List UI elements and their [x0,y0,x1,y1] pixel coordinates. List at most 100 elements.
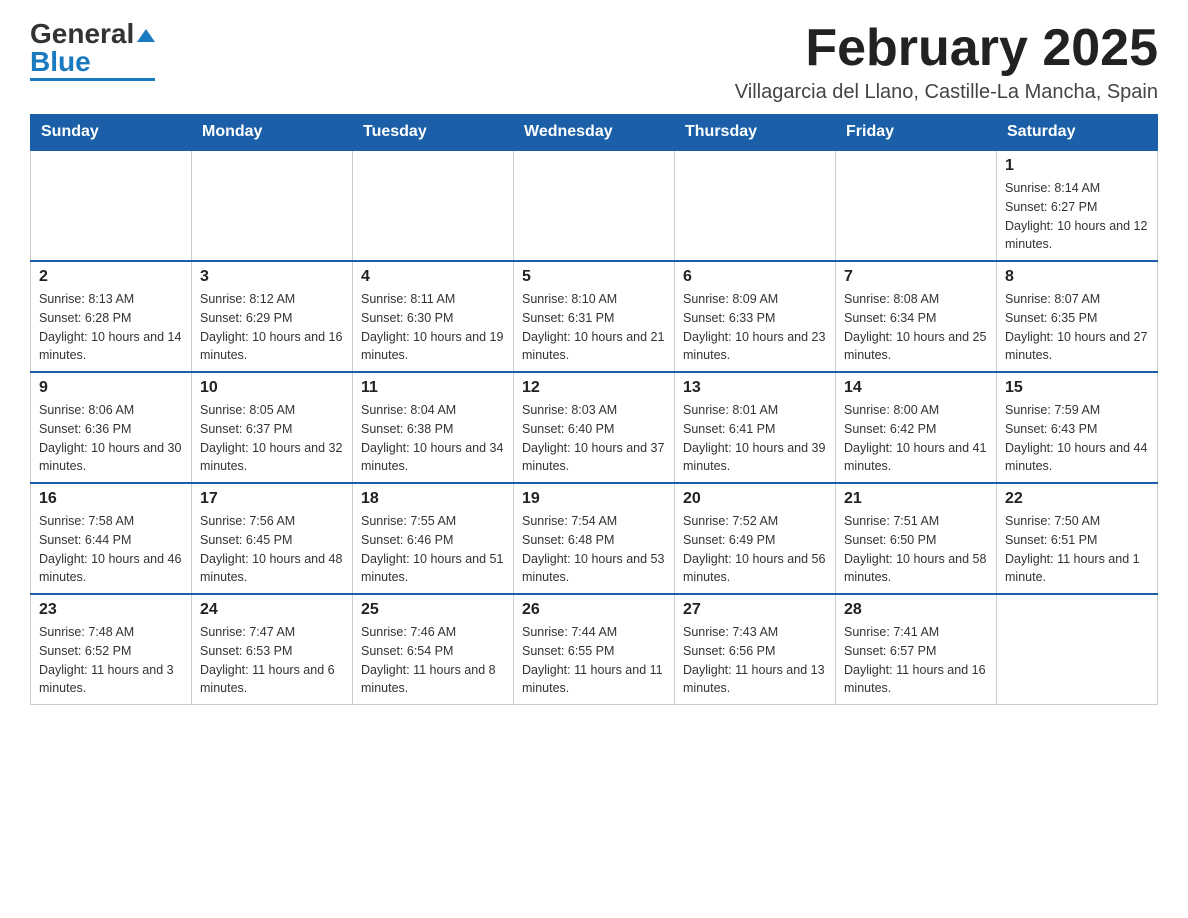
day-info: Sunrise: 8:13 AM Sunset: 6:28 PM Dayligh… [39,290,183,365]
day-number: 7 [844,268,988,286]
header-wednesday: Wednesday [514,115,675,151]
calendar-day-cell: 25 Sunrise: 7:46 AM Sunset: 6:54 PM Dayli… [353,594,514,705]
day-info: Sunrise: 8:12 AM Sunset: 6:29 PM Dayligh… [200,290,344,365]
calendar-week-row: 9Sunrise: 8:06 AM Sunset: 6:36 PM Daylig… [31,372,1158,483]
day-info: Sunrise: 7:59 AM Sunset: 6:43 PM Dayligh… [1005,401,1149,476]
calendar-day-cell: 3 Sunrise: 8:12 AM Sunset: 6:29 PM Daylig… [192,261,353,372]
header-monday: Monday [192,115,353,151]
calendar-day-cell: 13Sunrise: 8:01 AM Sunset: 6:41 PM Dayli… [675,372,836,483]
day-number: 22 [1005,490,1149,508]
title-block: February 2025 Villagarcia del Llano, Cas… [735,20,1158,104]
calendar-day-cell: 2 Sunrise: 8:13 AM Sunset: 6:28 PM Daylig… [31,261,192,372]
calendar-day-cell: 21 Sunrise: 7:51 AM Sunset: 6:50 PM Dayli… [836,483,997,594]
calendar-week-row: 2 Sunrise: 8:13 AM Sunset: 6:28 PM Daylig… [31,261,1158,372]
calendar-day-cell [31,150,192,261]
calendar-day-cell [514,150,675,261]
location-subtitle: Villagarcia del Llano, Castille-La Manch… [735,81,1158,104]
calendar-day-cell [353,150,514,261]
calendar-day-cell: 22Sunrise: 7:50 AM Sunset: 6:51 PM Dayli… [997,483,1158,594]
day-number: 18 [361,490,505,508]
day-number: 21 [844,490,988,508]
day-number: 23 [39,601,183,619]
day-info: Sunrise: 7:56 AM Sunset: 6:45 PM Dayligh… [200,512,344,587]
calendar-day-cell: 27 Sunrise: 7:43 AM Sunset: 6:56 PM Dayli… [675,594,836,705]
day-info: Sunrise: 7:54 AM Sunset: 6:48 PM Dayligh… [522,512,666,587]
logo: General Blue [30,20,155,81]
day-number: 14 [844,379,988,397]
day-info: Sunrise: 8:01 AM Sunset: 6:41 PM Dayligh… [683,401,827,476]
calendar-day-cell: 9Sunrise: 8:06 AM Sunset: 6:36 PM Daylig… [31,372,192,483]
day-info: Sunrise: 7:51 AM Sunset: 6:50 PM Dayligh… [844,512,988,587]
day-info: Sunrise: 7:55 AM Sunset: 6:46 PM Dayligh… [361,512,505,587]
calendar-header-row: Sunday Monday Tuesday Wednesday Thursday… [31,115,1158,151]
calendar-day-cell: 4 Sunrise: 8:11 AM Sunset: 6:30 PM Daylig… [353,261,514,372]
day-number: 19 [522,490,666,508]
header-friday: Friday [836,115,997,151]
day-number: 27 [683,601,827,619]
calendar-day-cell: 15 Sunrise: 7:59 AM Sunset: 6:43 PM Dayli… [997,372,1158,483]
day-number: 9 [39,379,183,397]
day-number: 12 [522,379,666,397]
calendar-day-cell: 19 Sunrise: 7:54 AM Sunset: 6:48 PM Dayli… [514,483,675,594]
calendar-day-cell: 8Sunrise: 8:07 AM Sunset: 6:35 PM Daylig… [997,261,1158,372]
day-info: Sunrise: 7:52 AM Sunset: 6:49 PM Dayligh… [683,512,827,587]
page-header: General Blue February 2025 Villagarcia d… [30,20,1158,104]
day-number: 28 [844,601,988,619]
calendar-day-cell: 10 Sunrise: 8:05 AM Sunset: 6:37 PM Dayli… [192,372,353,483]
calendar-day-cell: 7 Sunrise: 8:08 AM Sunset: 6:34 PM Daylig… [836,261,997,372]
calendar-week-row: 16 Sunrise: 7:58 AM Sunset: 6:44 PM Dayli… [31,483,1158,594]
calendar-week-row: 1Sunrise: 8:14 AM Sunset: 6:27 PM Daylig… [31,150,1158,261]
calendar-day-cell: 11Sunrise: 8:04 AM Sunset: 6:38 PM Dayli… [353,372,514,483]
day-number: 8 [1005,268,1149,286]
day-info: Sunrise: 7:41 AM Sunset: 6:57 PM Dayligh… [844,623,988,698]
day-info: Sunrise: 8:10 AM Sunset: 6:31 PM Dayligh… [522,290,666,365]
calendar-day-cell: 12 Sunrise: 8:03 AM Sunset: 6:40 PM Dayli… [514,372,675,483]
calendar-day-cell [997,594,1158,705]
day-number: 2 [39,268,183,286]
day-info: Sunrise: 8:04 AM Sunset: 6:38 PM Dayligh… [361,401,505,476]
calendar-day-cell: 24Sunrise: 7:47 AM Sunset: 6:53 PM Dayli… [192,594,353,705]
day-info: Sunrise: 7:44 AM Sunset: 6:55 PM Dayligh… [522,623,666,698]
logo-triangle-icon [137,29,155,42]
calendar-day-cell: 6 Sunrise: 8:09 AM Sunset: 6:33 PM Daylig… [675,261,836,372]
calendar-day-cell: 26Sunrise: 7:44 AM Sunset: 6:55 PM Dayli… [514,594,675,705]
day-number: 1 [1005,157,1149,175]
calendar-day-cell: 23 Sunrise: 7:48 AM Sunset: 6:52 PM Dayli… [31,594,192,705]
calendar-day-cell: 16 Sunrise: 7:58 AM Sunset: 6:44 PM Dayli… [31,483,192,594]
calendar-day-cell: 5 Sunrise: 8:10 AM Sunset: 6:31 PM Daylig… [514,261,675,372]
month-year-title: February 2025 [735,20,1158,77]
day-info: Sunrise: 8:09 AM Sunset: 6:33 PM Dayligh… [683,290,827,365]
calendar-day-cell: 28 Sunrise: 7:41 AM Sunset: 6:57 PM Dayli… [836,594,997,705]
calendar-table: Sunday Monday Tuesday Wednesday Thursday… [30,114,1158,705]
header-tuesday: Tuesday [353,115,514,151]
calendar-day-cell [836,150,997,261]
day-number: 10 [200,379,344,397]
day-info: Sunrise: 7:48 AM Sunset: 6:52 PM Dayligh… [39,623,183,698]
day-info: Sunrise: 8:03 AM Sunset: 6:40 PM Dayligh… [522,401,666,476]
day-number: 20 [683,490,827,508]
calendar-day-cell: 14 Sunrise: 8:00 AM Sunset: 6:42 PM Dayli… [836,372,997,483]
logo-general: General [30,18,134,49]
day-number: 15 [1005,379,1149,397]
day-number: 6 [683,268,827,286]
calendar-day-cell [192,150,353,261]
day-number: 24 [200,601,344,619]
day-info: Sunrise: 7:46 AM Sunset: 6:54 PM Dayligh… [361,623,505,698]
day-number: 17 [200,490,344,508]
day-number: 4 [361,268,505,286]
day-info: Sunrise: 8:11 AM Sunset: 6:30 PM Dayligh… [361,290,505,365]
day-number: 3 [200,268,344,286]
day-info: Sunrise: 8:05 AM Sunset: 6:37 PM Dayligh… [200,401,344,476]
day-info: Sunrise: 8:08 AM Sunset: 6:34 PM Dayligh… [844,290,988,365]
calendar-day-cell: 18 Sunrise: 7:55 AM Sunset: 6:46 PM Dayli… [353,483,514,594]
day-number: 16 [39,490,183,508]
day-number: 5 [522,268,666,286]
calendar-day-cell [675,150,836,261]
calendar-day-cell: 20 Sunrise: 7:52 AM Sunset: 6:49 PM Dayli… [675,483,836,594]
header-thursday: Thursday [675,115,836,151]
day-info: Sunrise: 8:00 AM Sunset: 6:42 PM Dayligh… [844,401,988,476]
calendar-day-cell: 17 Sunrise: 7:56 AM Sunset: 6:45 PM Dayli… [192,483,353,594]
day-info: Sunrise: 7:58 AM Sunset: 6:44 PM Dayligh… [39,512,183,587]
day-number: 25 [361,601,505,619]
day-info: Sunrise: 7:43 AM Sunset: 6:56 PM Dayligh… [683,623,827,698]
